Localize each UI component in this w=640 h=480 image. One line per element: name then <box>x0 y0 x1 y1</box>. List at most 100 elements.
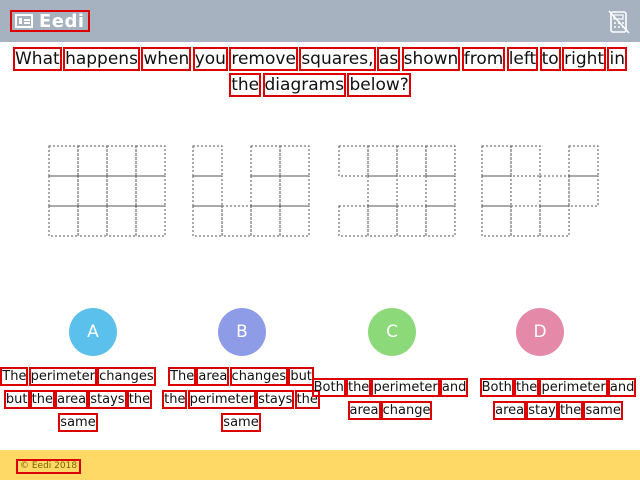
option-word: the <box>557 401 584 420</box>
grid-square <box>48 175 79 207</box>
option-b-button[interactable]: B <box>218 308 266 356</box>
option-word: perimeter <box>28 367 97 386</box>
question-line-1: What happens when you remove squares, as… <box>0 46 640 72</box>
grid-square <box>396 205 427 237</box>
question-word: left <box>506 47 539 71</box>
brand: Eedi <box>10 10 90 32</box>
option-word: and <box>439 378 469 397</box>
option-word: same <box>58 413 98 432</box>
grid-square <box>250 175 281 207</box>
question-word: right <box>562 47 607 71</box>
option-word: but <box>3 390 30 409</box>
option-word: changes <box>229 367 289 386</box>
grid-square <box>510 145 541 177</box>
grid-square <box>106 175 137 207</box>
question-word: diagrams <box>262 73 347 97</box>
square-grid <box>48 145 166 237</box>
calculator-disabled-icon[interactable] <box>608 10 630 34</box>
option-word: stays <box>256 390 295 409</box>
grid-square <box>425 175 456 207</box>
grid-square <box>135 145 166 177</box>
option-line: area stay the same <box>478 399 638 422</box>
grid-square <box>106 145 137 177</box>
grid-square <box>367 175 398 207</box>
grid-square <box>481 205 512 237</box>
grid-square <box>77 175 108 207</box>
grid-square <box>279 175 310 207</box>
option-a-text[interactable]: The perimeter changes but the area stays … <box>0 365 158 434</box>
option-d-text[interactable]: Both the perimeter and area stay the same <box>478 376 638 422</box>
option-word: same <box>583 401 623 420</box>
option-word: but <box>288 367 314 386</box>
option-d-letter: D <box>533 322 547 342</box>
grid-square <box>192 175 223 207</box>
option-word: area <box>347 401 381 420</box>
grid-square <box>568 145 599 177</box>
option-line: Both the perimeter and <box>478 376 638 399</box>
grid-square <box>539 175 570 207</box>
option-line: same <box>0 411 158 434</box>
grid-square <box>425 145 456 177</box>
diagram-2 <box>192 145 310 241</box>
footer-bar: © Eedi 2018 <box>0 450 640 480</box>
question-word: you <box>192 47 228 71</box>
option-word: the <box>162 390 188 409</box>
option-a-letter: A <box>87 322 99 342</box>
diagram-3 <box>338 145 456 241</box>
option-c-text[interactable]: Both the perimeter and area change <box>310 376 470 422</box>
grid-square <box>396 145 427 177</box>
copyright-text: © Eedi 2018 <box>16 459 82 474</box>
option-word: Both <box>311 378 346 397</box>
option-word: stay <box>526 401 558 420</box>
grid-square <box>539 205 570 237</box>
square-grid <box>481 145 599 237</box>
option-word: the <box>29 390 56 409</box>
grid-square <box>425 205 456 237</box>
grid-square <box>279 205 310 237</box>
grid-square <box>221 205 252 237</box>
option-word: the <box>345 378 372 397</box>
option-a-button[interactable]: A <box>69 308 117 356</box>
option-word: The <box>0 367 29 386</box>
brand-name: Eedi <box>39 10 85 32</box>
question-word: shown <box>401 47 461 71</box>
option-word: area <box>55 390 89 409</box>
diagram-4 <box>481 145 599 241</box>
option-word: perimeter <box>187 390 256 409</box>
question-text: What happens when you remove squares, as… <box>0 46 640 98</box>
option-word: the <box>513 378 540 397</box>
eedi-logo-icon <box>15 14 33 28</box>
grid-square <box>135 175 166 207</box>
option-word: the <box>126 390 153 409</box>
question-word: from <box>461 47 506 71</box>
grid-square <box>48 205 79 237</box>
option-word: perimeter <box>539 378 608 397</box>
option-c-letter: C <box>386 322 398 342</box>
question-word: when <box>141 47 192 71</box>
option-word: change <box>380 401 433 420</box>
question-word: squares, <box>299 47 376 71</box>
grid-square <box>338 145 369 177</box>
option-d-button[interactable]: D <box>516 308 564 356</box>
question-word: What <box>13 47 62 71</box>
top-bar: Eedi <box>0 0 640 42</box>
option-word: same <box>221 413 261 432</box>
question-word: as <box>376 47 401 71</box>
grid-square <box>192 145 223 177</box>
question-word: the <box>229 73 262 97</box>
grid-square <box>77 205 108 237</box>
option-word: changes <box>97 367 156 386</box>
option-b-text[interactable]: The area changes but the perimeter stays … <box>161 365 321 434</box>
option-word: The <box>168 367 197 386</box>
option-line: the perimeter stays the <box>161 388 321 411</box>
question-word: remove <box>229 47 298 71</box>
option-b-letter: B <box>236 322 248 342</box>
option-line: The area changes but <box>161 365 321 388</box>
option-word: and <box>607 378 637 397</box>
option-line: same <box>161 411 321 434</box>
option-word: Both <box>479 378 514 397</box>
option-word: stays <box>88 390 127 409</box>
square-grid <box>338 145 456 237</box>
option-c-button[interactable]: C <box>368 308 416 356</box>
grid-square <box>106 205 137 237</box>
